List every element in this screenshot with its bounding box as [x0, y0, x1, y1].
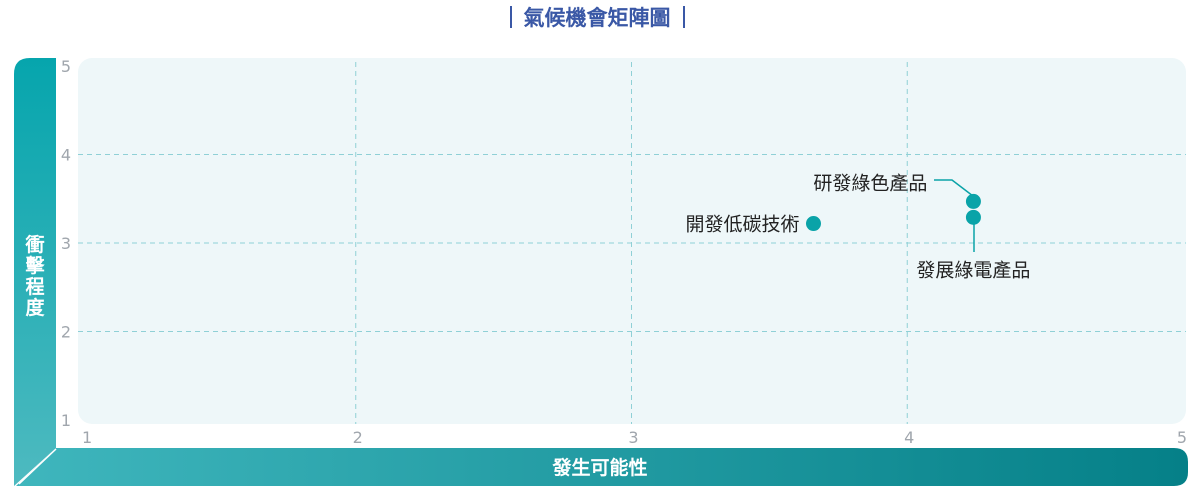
x-tick-label: 2 [353, 428, 363, 447]
y-axis-label: 衝 擊 程 度 [24, 233, 45, 319]
data-point [965, 209, 981, 225]
x-tick-label: 4 [904, 428, 914, 447]
x-tick-label: 3 [628, 428, 638, 447]
y-tick-label: 3 [61, 234, 71, 253]
y-axis-label-char: 度 [25, 296, 45, 319]
data-point [805, 216, 821, 232]
y-tick-label: 4 [61, 146, 71, 165]
risk-matrix-chart: 1 2 3 4 5 1 2 3 4 5 發生可能性 衝 擊 程 度 研發綠色產品發展綠電產品 開發低… [14, 57, 1188, 486]
y-axis-label-char: 擊 [25, 254, 45, 277]
y-tick-label: 2 [61, 323, 71, 342]
data-point [965, 193, 981, 209]
x-axis-label: 發生可能性 [551, 456, 647, 479]
data-label: 研發綠色產品 [813, 172, 927, 194]
y-tick-label: 5 [61, 57, 71, 76]
y-axis-label-char: 程 [25, 276, 44, 298]
x-tick-label: 5 [1177, 428, 1187, 447]
x-tick-label: 1 [82, 428, 92, 447]
y-axis-label-char: 衝 [24, 233, 44, 256]
data-label: 發展綠電產品 [916, 259, 1030, 281]
data-label: 開發低碳技術 [685, 214, 799, 236]
y-tick-label: 1 [61, 411, 71, 430]
